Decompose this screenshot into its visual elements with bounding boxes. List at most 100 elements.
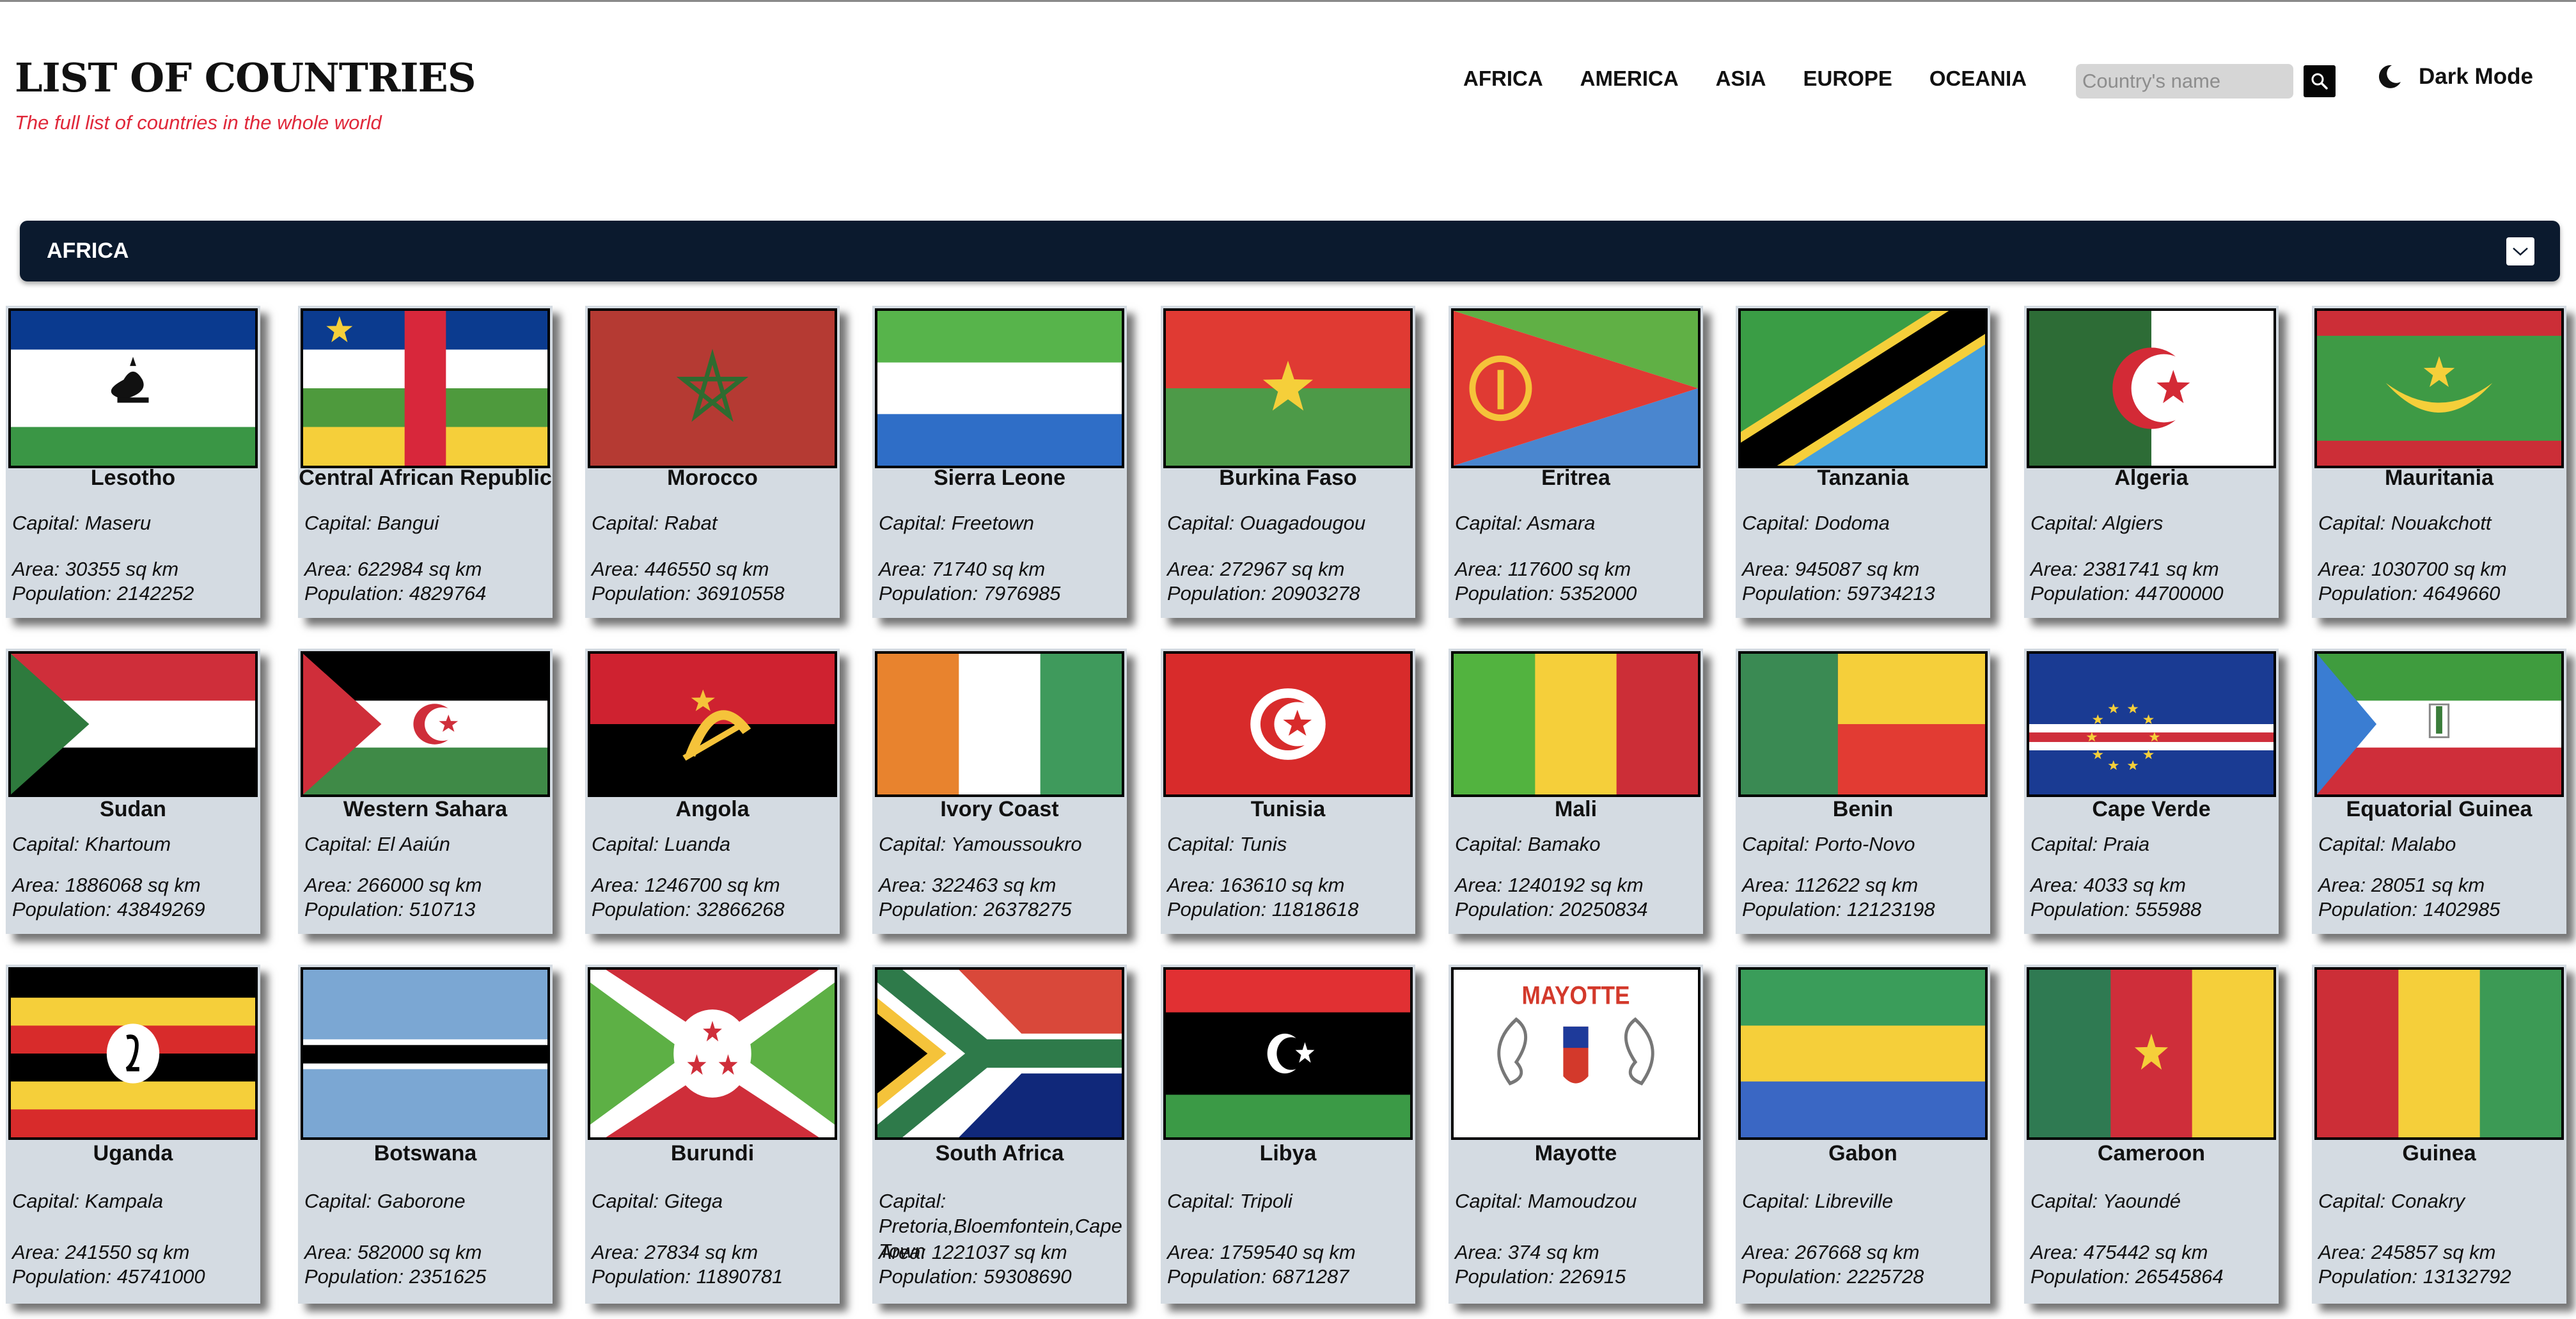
country-card[interactable]: Central African Republic Capital: Bangui A… <box>298 306 553 618</box>
country-card[interactable]: Uganda Capital: Kampala Area: 241550 sq km… <box>6 965 260 1304</box>
country-card[interactable]: Cameroon Capital: Yaoundé Area: 475442 sq … <box>2024 965 2279 1304</box>
country-card[interactable]: Algeria Capital: Algiers Area: 2381741 sq … <box>2024 306 2279 618</box>
country-area: Area: 945087 sq km <box>1742 558 1920 580</box>
country-card[interactable]: Cape Verde Capital: Praia Area: 4033 sq km… <box>2024 649 2279 934</box>
country-name: Ivory Coast <box>940 797 1059 821</box>
country-card[interactable]: Western Sahara Capital: El Aaiún Area: 266… <box>298 649 553 934</box>
dark-mode-toggle[interactable]: Dark Mode <box>2375 63 2533 91</box>
country-flag <box>2027 308 2276 468</box>
country-population: Population: 20903278 <box>1167 582 1360 604</box>
country-card[interactable]: Sierra Leone Capital: Freetown Area: 71740… <box>872 306 1127 618</box>
nav-africa[interactable]: AFRICA <box>1463 67 1543 91</box>
country-card[interactable]: Guinea Capital: Conakry Area: 245857 sq km… <box>2312 965 2566 1304</box>
country-area: Area: 322463 sq km <box>879 874 1056 896</box>
country-area: Area: 117600 sq km <box>1455 558 1631 580</box>
country-capital: Capital: Tripoli <box>1167 1190 1292 1212</box>
country-area: Area: 4033 sq km <box>2030 874 2186 896</box>
search-button[interactable] <box>2304 65 2336 97</box>
country-name: Algeria <box>2114 466 2188 490</box>
country-area: Area: 1030700 sq km <box>2318 558 2507 580</box>
region-nav: AFRICA AMERICA ASIA EUROPE OCEANIA <box>1463 67 2027 91</box>
country-name: Morocco <box>667 466 758 490</box>
page-title: LIST OF COUNTRIES <box>15 54 476 101</box>
chevron-down-icon[interactable] <box>2506 237 2534 265</box>
country-card[interactable]: Lesotho Capital: Maseru Area: 30355 sq km P… <box>6 306 260 618</box>
country-flag <box>875 308 1124 468</box>
search-input[interactable] <box>2076 64 2293 99</box>
country-flag <box>1163 651 1413 797</box>
country-area: Area: 245857 sq km <box>2318 1241 2496 1263</box>
country-name: Gabon <box>1828 1141 1897 1165</box>
country-card[interactable]: Burkina Faso Capital: Ouagadougou Area: 27… <box>1161 306 1415 618</box>
country-name: South Africa <box>935 1141 1064 1165</box>
country-card[interactable]: Mali Capital: Bamako Area: 1240192 sq km Po… <box>1449 649 1703 934</box>
country-card[interactable]: Tunisia Capital: Tunis Area: 163610 sq km P… <box>1161 649 1415 934</box>
country-capital: Capital: Mamoudzou <box>1455 1190 1637 1212</box>
country-capital: Capital: Kampala <box>12 1190 164 1212</box>
country-area: Area: 1246700 sq km <box>592 874 780 896</box>
country-card[interactable]: Angola Capital: Luanda Area: 1246700 sq km… <box>585 649 840 934</box>
country-population: Population: 26545864 <box>2030 1265 2224 1288</box>
country-card[interactable]: Gabon Capital: Libreville Area: 267668 sq … <box>1736 965 1990 1304</box>
country-card[interactable]: Benin Capital: Porto-Novo Area: 112622 sq … <box>1736 649 1990 934</box>
country-population: Population: 555988 <box>2030 898 2202 920</box>
region-dropdown[interactable]: AFRICA <box>20 221 2560 281</box>
country-flag <box>2314 308 2564 468</box>
country-card[interactable]: Libya Capital: Tripoli Area: 1759540 sq km… <box>1161 965 1415 1304</box>
country-name: Benin <box>1832 797 1894 821</box>
country-area: Area: 1221037 sq km <box>879 1241 1067 1263</box>
country-capital: Capital: Conakry <box>2318 1190 2465 1212</box>
country-capital: Capital: Ouagadougou <box>1167 512 1366 534</box>
country-capital: Capital: Malabo <box>2318 833 2456 855</box>
country-area: Area: 272967 sq km <box>1167 558 1345 580</box>
country-card[interactable]: South Africa Capital: Pretoria,Bloemfonte… <box>872 965 1127 1304</box>
nav-asia[interactable]: ASIA <box>1716 67 1766 91</box>
country-flag <box>1451 651 1700 797</box>
country-population: Population: 13132792 <box>2318 1265 2511 1288</box>
country-name: Tanzania <box>1817 466 1909 490</box>
country-name: Mayotte <box>1534 1141 1617 1165</box>
country-flag <box>1163 967 1413 1140</box>
country-capital: Capital: Libreville <box>1742 1190 1894 1212</box>
country-capital: Capital: Freetown <box>879 512 1034 534</box>
country-card[interactable]: Tanzania Capital: Dodoma Area: 945087 sq k… <box>1736 306 1990 618</box>
moon-icon <box>2378 65 2401 88</box>
country-flag <box>2314 651 2564 797</box>
country-card[interactable]: Morocco Capital: Rabat Area: 446550 sq km P… <box>585 306 840 618</box>
country-area: Area: 475442 sq km <box>2030 1241 2208 1263</box>
country-name: Equatorial Guinea <box>2346 797 2533 821</box>
country-capital: Capital: El Aaiún <box>304 833 451 855</box>
country-area: Area: 622984 sq km <box>304 558 482 580</box>
country-card[interactable]: Equatorial Guinea Capital: Malabo Area: 28… <box>2312 649 2566 934</box>
country-flag <box>588 308 837 468</box>
country-flag <box>301 651 550 797</box>
country-flag <box>875 651 1124 797</box>
country-name: Central African Republic <box>299 466 552 490</box>
country-card[interactable]: Mauritania Capital: Nouakchott Area: 10307… <box>2312 306 2566 618</box>
country-name: Mali <box>1554 797 1598 821</box>
country-area: Area: 1759540 sq km <box>1167 1241 1356 1263</box>
country-population: Population: 7976985 <box>879 582 1061 604</box>
country-area: Area: 374 sq km <box>1455 1241 1599 1263</box>
country-name: Uganda <box>93 1141 173 1165</box>
country-population: Population: 32866268 <box>592 898 785 920</box>
country-flag <box>2027 967 2276 1140</box>
country-population: Population: 6871287 <box>1167 1265 1349 1288</box>
country-flag <box>2314 967 2564 1140</box>
nav-oceania[interactable]: OCEANIA <box>1929 67 2027 91</box>
country-card[interactable]: Burundi Capital: Gitega Area: 27834 sq km P… <box>585 965 840 1304</box>
country-card[interactable]: Ivory Coast Capital: Yamoussoukro Area: 32… <box>872 649 1127 934</box>
country-population: Population: 36910558 <box>592 582 785 604</box>
country-name: Sierra Leone <box>934 466 1065 490</box>
country-capital: Capital: Praia <box>2030 833 2150 855</box>
nav-america[interactable]: AMERICA <box>1580 67 1679 91</box>
country-card[interactable]: Sudan Capital: Khartoum Area: 1886068 sq k… <box>6 649 260 934</box>
country-card[interactable]: Eritrea Capital: Asmara Area: 117600 sq km… <box>1449 306 1703 618</box>
country-capital: Capital: Maseru <box>12 512 152 534</box>
top-border <box>0 0 2576 2</box>
country-card[interactable]: Botswana Capital: Gaborone Area: 582000 sq… <box>298 965 553 1304</box>
country-area: Area: 1886068 sq km <box>12 874 201 896</box>
nav-europe[interactable]: EUROPE <box>1803 67 1892 91</box>
country-population: Population: 226915 <box>1455 1265 1626 1288</box>
country-card[interactable]: MAYOTTE Mayotte Capital: Mamoudzou Area: 37… <box>1449 965 1703 1304</box>
